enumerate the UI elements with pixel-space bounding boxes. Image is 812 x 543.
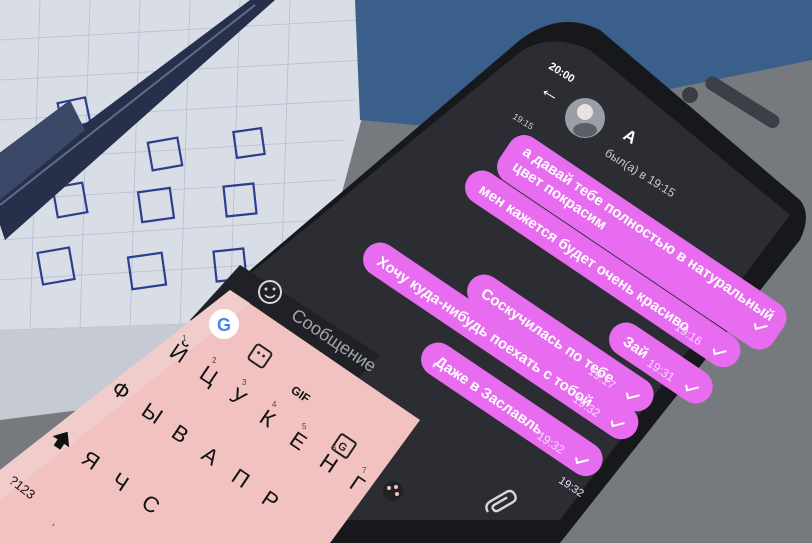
photo-scene: 20:00 ← 19:15 А был(а) в 19:15 а давай т… [0, 0, 812, 543]
key-hint: 5 [302, 422, 307, 431]
avatar[interactable] [565, 98, 605, 138]
key-hint: 4 [272, 400, 277, 409]
palette-icon [383, 481, 403, 501]
key-hint: 1 [182, 334, 187, 343]
google-button[interactable]: G [209, 309, 239, 339]
key-hint: 3 [242, 378, 247, 387]
front-camera [682, 87, 698, 103]
key-hint: 2 [212, 356, 217, 365]
key-hint: 6 [332, 444, 337, 453]
google-icon: G [217, 315, 231, 335]
key-hint: 7 [362, 466, 367, 475]
palette-button[interactable] [383, 481, 403, 501]
